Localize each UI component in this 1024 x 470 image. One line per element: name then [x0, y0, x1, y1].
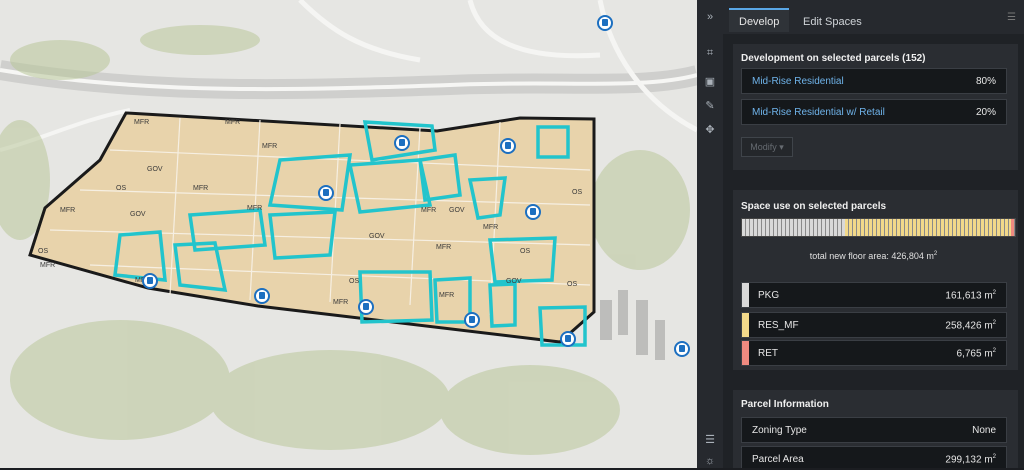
- legend-row: PKG 161,613 m2: [741, 282, 1007, 308]
- zone-label: MFR: [60, 207, 75, 214]
- tab-develop-label: Develop: [739, 16, 780, 28]
- info-row: Zoning Type None: [741, 417, 1007, 443]
- tab-develop[interactable]: Develop: [729, 8, 789, 32]
- development-label[interactable]: Mid-Rise Residential w/ Retail: [752, 107, 885, 118]
- legend-value: 6,765 m2: [957, 348, 996, 359]
- legend-swatch: [742, 313, 749, 337]
- layers-icon[interactable]: ☰: [697, 430, 723, 448]
- transit-stop-icon[interactable]: [254, 288, 270, 304]
- map-view[interactable]: MFR MFR MFR GOV MFR OS MFR GOV MFR OS MFR GOV GOV MFR…: [0, 0, 697, 468]
- zone-label: MFR: [421, 207, 436, 214]
- legend-row: RES_MF 258,426 m2: [741, 312, 1007, 338]
- tab-edit-spaces-label: Edit Spaces: [803, 16, 862, 28]
- bar-segment-ret: [1010, 219, 1015, 236]
- sun-icon[interactable]: ☼: [697, 452, 723, 470]
- info-row: Parcel Area 299,132 m2: [741, 446, 1007, 468]
- zone-label: MFR: [483, 224, 498, 231]
- legend-value: 161,613 m2: [945, 290, 996, 301]
- transit-stop-icon[interactable]: [674, 341, 690, 357]
- development-row[interactable]: Mid-Rise Residential w/ Retail 20%: [741, 99, 1007, 125]
- tab-edit-spaces[interactable]: Edit Spaces: [793, 10, 873, 34]
- development-value: 20%: [975, 107, 996, 118]
- transit-stop-icon[interactable]: [318, 185, 334, 201]
- collapse-panel-icon[interactable]: »: [697, 8, 723, 26]
- info-label: Zoning Type: [752, 425, 807, 436]
- info-value: None: [972, 425, 996, 436]
- zone-label: MFR: [262, 143, 277, 150]
- transit-stop-icon[interactable]: [464, 312, 480, 328]
- legend-value-text: 6,765 m: [956, 348, 993, 360]
- move-icon[interactable]: ✥: [697, 120, 723, 138]
- legend-unit-sup: 2: [992, 348, 996, 354]
- legend-swatch: [742, 283, 749, 307]
- zone-label: MFR: [436, 244, 451, 251]
- legend-label: RET: [758, 348, 778, 359]
- zone-label: GOV: [130, 211, 146, 218]
- zone-label: OS: [520, 248, 530, 255]
- zone-label: GOV: [506, 278, 522, 285]
- legend-label: RES_MF: [758, 320, 799, 331]
- transit-stop-icon[interactable]: [560, 331, 576, 347]
- legend-value-text: 161,613 m: [945, 290, 993, 302]
- legend-value: 258,426 m2: [945, 320, 996, 331]
- modify-label: Modify: [750, 142, 777, 152]
- total-floor-area: total new floor area: 426,804 m2: [723, 251, 1024, 261]
- legend-unit-sup: 2: [992, 320, 996, 326]
- info-unit-sup: 2: [992, 454, 996, 460]
- zone-label: MFR: [134, 119, 149, 126]
- zone-label: MFR: [333, 299, 348, 306]
- transit-stop-icon[interactable]: [525, 204, 541, 220]
- legend-value-text: 258,426 m: [945, 320, 993, 332]
- info-label: Parcel Area: [752, 454, 804, 465]
- zone-label: OS: [116, 185, 126, 192]
- info-value: 299,132 m2: [945, 454, 996, 465]
- zone-label: MFR: [439, 292, 454, 299]
- legend-unit-sup: 2: [992, 290, 996, 296]
- development-label[interactable]: Mid-Rise Residential: [752, 76, 844, 87]
- bar-segment-res_mf: [845, 219, 1011, 236]
- zone-label: MFR: [40, 262, 55, 269]
- zone-label: OS: [567, 281, 577, 288]
- total-unit-sup: 2: [933, 251, 938, 257]
- map-canvas[interactable]: MFR MFR MFR GOV MFR OS MFR GOV MFR OS MFR GOV GOV MFR…: [0, 0, 697, 468]
- info-value-text: 299,132 m: [945, 454, 993, 466]
- zone-label: OS: [38, 248, 48, 255]
- zone-label: OS: [572, 189, 582, 196]
- chevron-down-icon: ▾: [779, 142, 784, 152]
- zone-label: MFR: [193, 185, 208, 192]
- development-row[interactable]: Mid-Rise Residential 80%: [741, 68, 1007, 94]
- draw-icon[interactable]: ✎: [697, 96, 723, 114]
- transit-stop-icon[interactable]: [597, 15, 613, 31]
- space-use-title: Space use on selected parcels: [741, 201, 887, 212]
- transit-stop-icon[interactable]: [500, 138, 516, 154]
- transit-stop-icon[interactable]: [358, 299, 374, 315]
- modify-button[interactable]: Modify ▾: [741, 137, 793, 157]
- development-value: 80%: [975, 76, 996, 87]
- transit-stop-icon[interactable]: [142, 273, 158, 289]
- development-title: Development on selected parcels (152): [741, 53, 926, 64]
- zone-label: GOV: [147, 166, 163, 173]
- space-use-bar: [741, 218, 1016, 237]
- parcel-info-title: Parcel Information: [741, 399, 829, 410]
- transit-stop-icon[interactable]: [394, 135, 410, 151]
- tool-rail: » ⌗ ▣ ✎ ✥ ☰ ☼: [697, 0, 724, 468]
- tab-bar: Develop Edit Spaces ☰: [723, 0, 1024, 34]
- total-floor-area-text: total new floor area: 426,804 m: [809, 251, 934, 261]
- zone-label: MFR: [247, 205, 262, 212]
- legend-label: PKG: [758, 290, 780, 301]
- grid-icon[interactable]: ▣: [697, 72, 723, 90]
- zone-label: GOV: [369, 233, 385, 240]
- bar-segment-pkg: [742, 219, 846, 236]
- legend-row: RET 6,765 m2: [741, 340, 1007, 366]
- side-panel: Develop Edit Spaces ☰ Development on sel…: [723, 0, 1024, 468]
- zone-label: MFR: [225, 119, 240, 126]
- zone-label: OS: [349, 278, 359, 285]
- select-icon[interactable]: ⌗: [697, 44, 723, 62]
- panel-menu-icon[interactable]: ☰: [1007, 12, 1016, 23]
- zone-label: GOV: [449, 207, 465, 214]
- legend-swatch: [742, 341, 749, 365]
